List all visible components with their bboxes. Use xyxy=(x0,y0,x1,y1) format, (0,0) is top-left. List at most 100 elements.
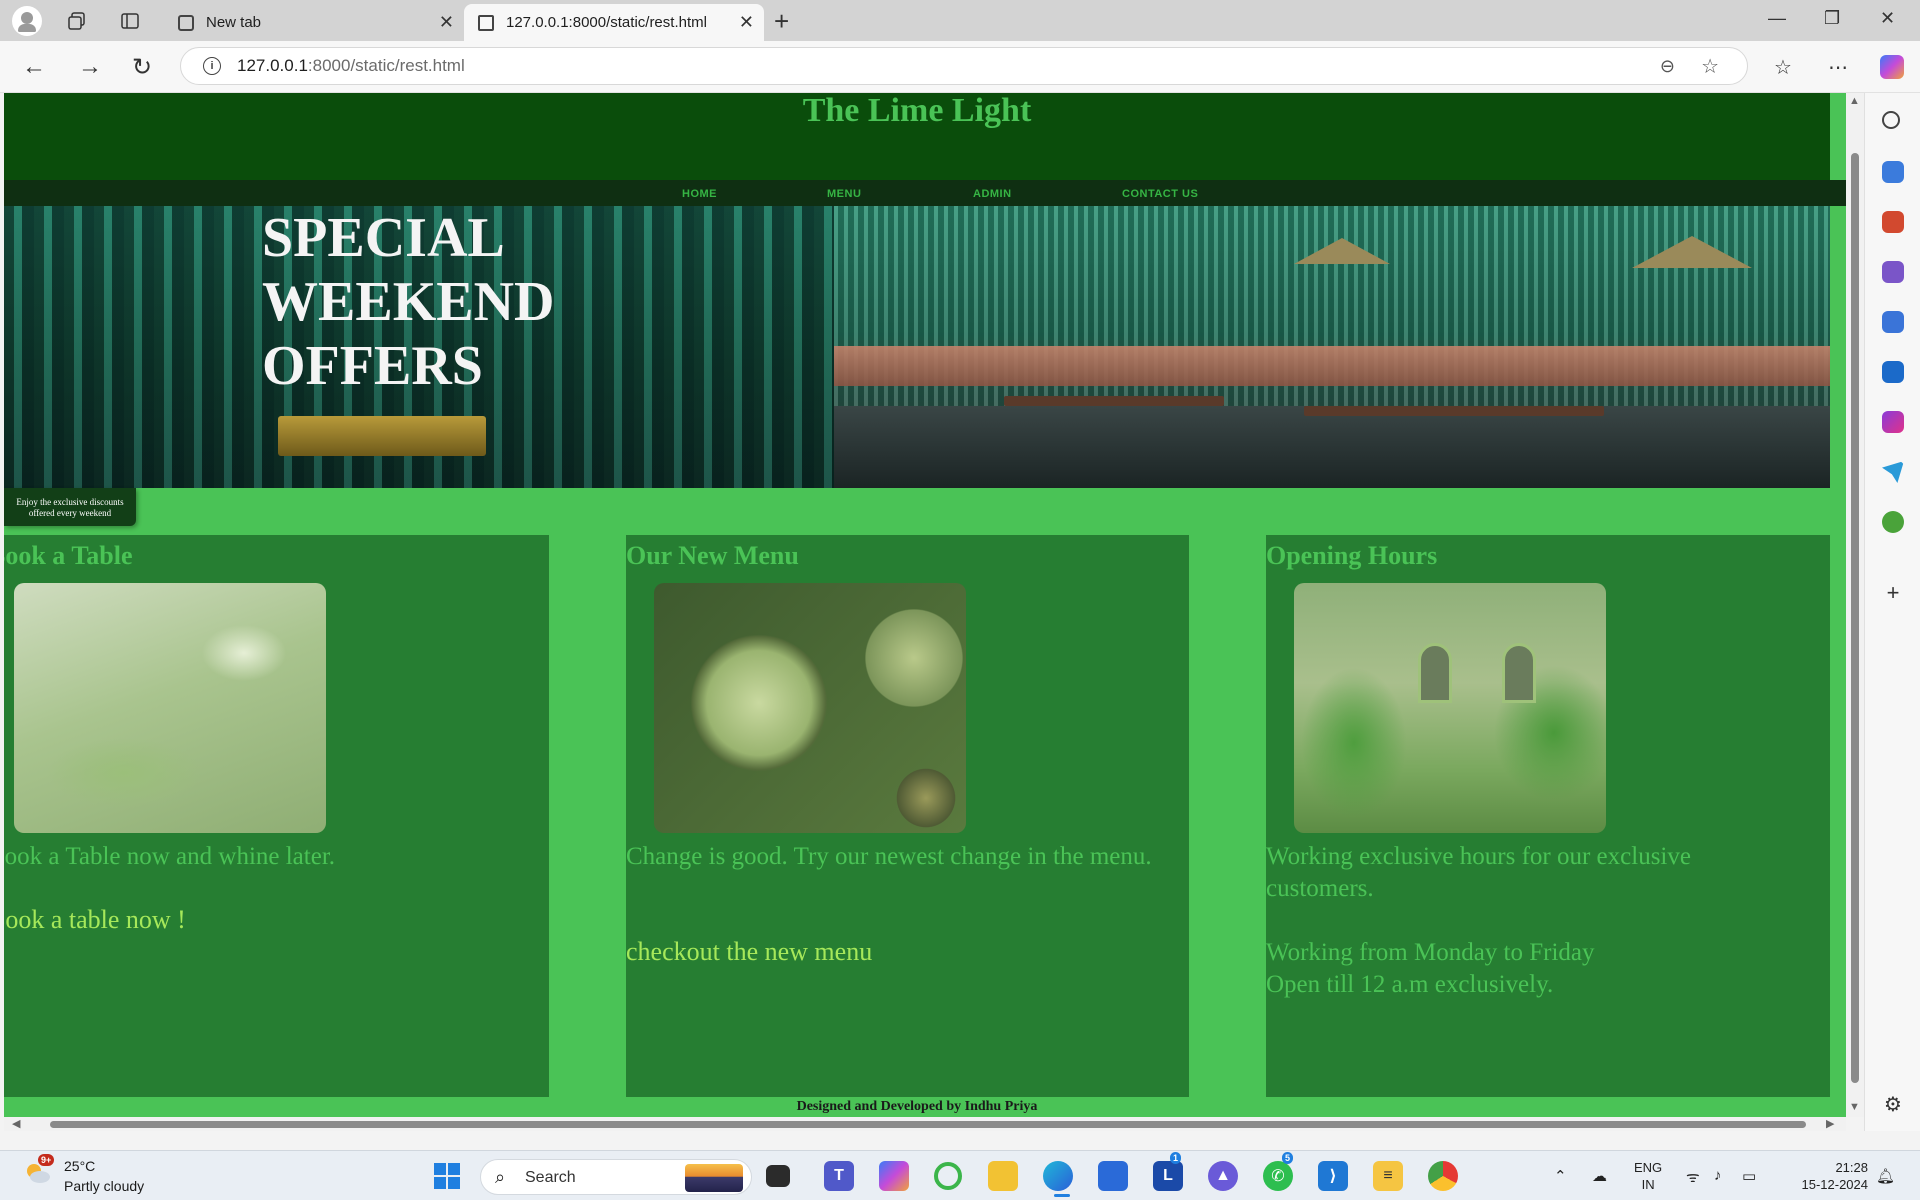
teams-icon[interactable]: T xyxy=(824,1161,854,1191)
clock[interactable]: 21:28 15-12-2024 xyxy=(1786,1159,1869,1193)
restaurant-floor xyxy=(834,406,1830,488)
search-label: Search xyxy=(525,1169,576,1186)
window xyxy=(1418,643,1452,703)
site-info-icon[interactable]: i xyxy=(203,57,221,75)
time: 21:28 xyxy=(1835,1160,1868,1175)
windows-start-icon[interactable] xyxy=(432,1161,462,1191)
horizontal-scrollbar[interactable]: ◀ ▶ xyxy=(4,1117,1846,1131)
language-indicator[interactable]: ENG IN xyxy=(1634,1159,1662,1193)
back-button[interactable]: ← xyxy=(22,53,46,81)
wifi-icon[interactable]: ᯤ xyxy=(1686,1167,1700,1187)
address-bar[interactable]: i 127.0.0.1:8000/static/rest.html ⊖ ☆ xyxy=(180,47,1748,85)
pendant-lamp xyxy=(1294,238,1390,264)
lang-line1: ENG xyxy=(1634,1160,1663,1175)
weather-desc[interactable]: Partly cloudy xyxy=(64,1178,144,1194)
volume-icon[interactable]: ♪ xyxy=(1714,1167,1722,1184)
active-app-indicator xyxy=(1054,1194,1070,1197)
nav-admin[interactable]: ADMIN xyxy=(973,188,1012,200)
network-status-icon[interactable]: ☁ xyxy=(1592,1167,1607,1185)
favorite-star-icon[interactable]: ☆ xyxy=(1701,54,1719,79)
new-menu-link[interactable]: checkout the new menu xyxy=(626,937,872,967)
sync-app-icon[interactable] xyxy=(934,1162,962,1190)
whatsapp-icon[interactable]: ✆ xyxy=(1263,1161,1293,1191)
designer-icon[interactable] xyxy=(1882,411,1904,433)
games-icon[interactable] xyxy=(1882,261,1904,283)
battery-icon[interactable]: ▭ xyxy=(1742,1167,1756,1185)
taskbar-search[interactable]: ⌕ Search xyxy=(480,1159,752,1195)
pendant-lamp xyxy=(1632,236,1752,268)
search-icon: ⌕ xyxy=(495,1167,506,1187)
table-setting-image xyxy=(14,583,326,833)
copilot-icon[interactable] xyxy=(1880,55,1904,79)
site-title: The Lime Light xyxy=(802,93,1032,129)
new-tab-button[interactable]: + xyxy=(774,6,789,37)
show-hidden-icons[interactable]: ⌃ xyxy=(1554,1167,1567,1185)
scroll-thumb[interactable] xyxy=(1851,153,1859,1083)
close-tab-icon[interactable]: ✕ xyxy=(439,12,454,33)
card-book-table: Book a Table Book a Table now and whine … xyxy=(4,535,549,1097)
shopping-tag-icon[interactable] xyxy=(1882,161,1904,183)
window-bottom-edge xyxy=(0,1131,1920,1150)
add-icon[interactable]: + xyxy=(1882,582,1904,605)
outlook-taskbar-icon[interactable]: L xyxy=(1153,1161,1183,1191)
profile-icon[interactable] xyxy=(12,6,42,36)
dining-table xyxy=(1004,396,1224,406)
settings-gear-icon[interactable]: ⚙ xyxy=(1882,1095,1904,1117)
send-icon[interactable] xyxy=(1882,461,1904,483)
vertical-scrollbar[interactable]: ▲ ▼ xyxy=(1846,93,1864,1117)
close-tab-icon[interactable]: ✕ xyxy=(739,12,754,33)
nav-home[interactable]: HOME xyxy=(682,188,717,200)
page-icon xyxy=(478,14,494,31)
tab-label: New tab xyxy=(206,14,262,31)
card-opening-hours: Opening Hours Working exclusive hours fo… xyxy=(1266,535,1830,1097)
outlook-badge: 1 xyxy=(1170,1152,1182,1164)
restore-button[interactable]: ❐ xyxy=(1824,8,1840,29)
scroll-up-icon[interactable]: ▲ xyxy=(1849,95,1860,107)
card-hours-days: Working from Monday to Friday xyxy=(1266,939,1595,966)
scroll-right-icon[interactable]: ▶ xyxy=(1826,1117,1834,1130)
zoom-icon[interactable]: ⊖ xyxy=(1660,56,1675,77)
tab-actions-icon[interactable] xyxy=(117,8,143,34)
chrome-icon[interactable] xyxy=(1428,1161,1458,1191)
refresh-button[interactable]: ↻ xyxy=(132,53,152,82)
browser-tabbar: New tab ✕ 127.0.0.1:8000/static/rest.htm… xyxy=(0,0,1920,41)
outlook-icon[interactable] xyxy=(1882,361,1904,383)
store-icon[interactable] xyxy=(1098,1161,1128,1191)
site-footer: Designed and Developed by Indhu Priya xyxy=(4,1097,1830,1117)
tab-rest-page[interactable]: 127.0.0.1:8000/static/rest.html ✕ xyxy=(464,4,764,41)
close-window-button[interactable]: ✕ xyxy=(1880,8,1895,29)
more-options-icon[interactable]: ⋯ xyxy=(1828,55,1848,80)
edge-icon[interactable] xyxy=(1043,1161,1073,1191)
minimize-button[interactable]: — xyxy=(1768,8,1786,29)
scroll-left-icon[interactable]: ◀ xyxy=(12,1117,20,1130)
nav-contact-us[interactable]: CONTACT US xyxy=(1122,188,1198,200)
booth-seating xyxy=(834,346,1830,386)
hero-title: SPECIAL WEEKEND OFFERS xyxy=(262,207,555,397)
file-explorer-icon[interactable] xyxy=(988,1161,1018,1191)
offer-badge: Enjoy the exclusive discounts offered ev… xyxy=(4,488,136,526)
microsoft365-icon[interactable] xyxy=(1882,311,1904,333)
book-table-link[interactable]: Book a table now ! xyxy=(4,905,186,935)
site-header: The Lime Light xyxy=(4,93,1830,180)
card-title: Opening Hours xyxy=(1266,541,1438,570)
card-title: Book a Table xyxy=(4,541,133,570)
nav-menu[interactable]: MENU xyxy=(827,188,861,200)
tab-new-tab[interactable]: New tab ✕ xyxy=(164,4,464,41)
search-icon[interactable] xyxy=(1882,111,1900,129)
tools-icon[interactable] xyxy=(1882,211,1904,233)
notification-bell-icon[interactable]: 🔔︎ xyxy=(1876,1167,1895,1185)
scroll-down-icon[interactable]: ▼ xyxy=(1849,1101,1860,1113)
card-text: Change is good. Try our newest change in… xyxy=(626,843,1152,870)
browser-toolbar: ← → ↻ i 127.0.0.1:8000/static/rest.html … xyxy=(0,41,1920,93)
favorites-icon[interactable]: ☆ xyxy=(1774,55,1792,80)
task-view-icon[interactable] xyxy=(766,1165,790,1187)
scroll-thumb[interactable] xyxy=(50,1121,1806,1128)
weather-temp[interactable]: 25°C xyxy=(64,1158,95,1174)
copilot-taskbar-icon[interactable] xyxy=(879,1161,909,1191)
forward-button[interactable]: → xyxy=(78,53,102,81)
tree-icon[interactable] xyxy=(1882,511,1904,533)
notepad-icon[interactable]: ≡ xyxy=(1373,1161,1403,1191)
workspaces-icon[interactable] xyxy=(64,8,90,34)
app-icon[interactable]: ▲ xyxy=(1208,1161,1238,1191)
vscode-icon[interactable]: ⟩ xyxy=(1318,1161,1348,1191)
